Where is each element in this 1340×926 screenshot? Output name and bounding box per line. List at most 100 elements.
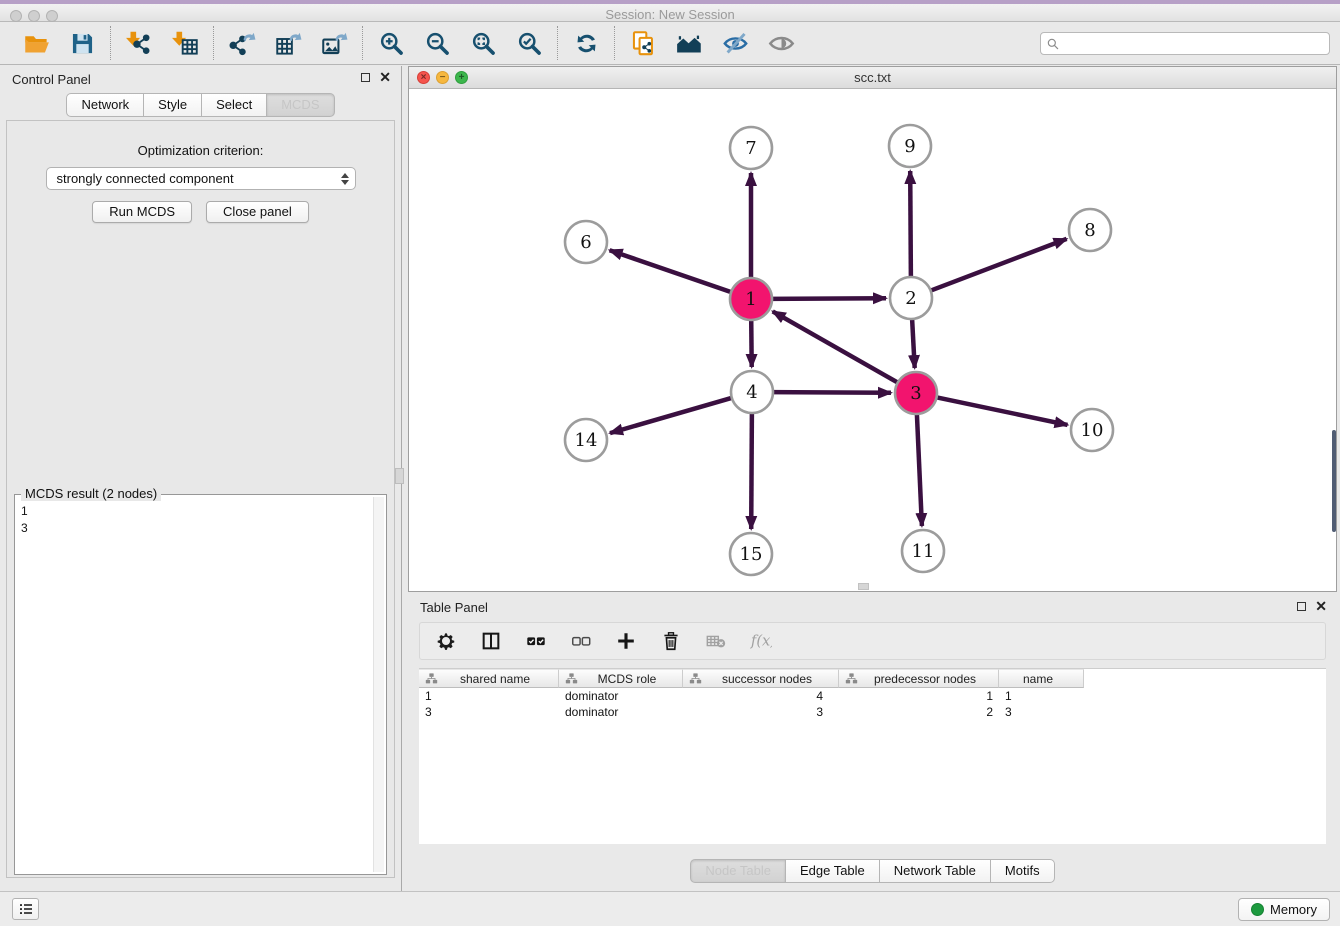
tab-network[interactable]: Network — [66, 93, 144, 117]
zoom-selected-button[interactable] — [514, 28, 544, 58]
graph-node-8[interactable]: 8 — [1069, 209, 1111, 251]
mcds-result-text[interactable]: 1 3 — [19, 499, 372, 870]
zoom-in-button[interactable] — [376, 28, 406, 58]
graph-node-9[interactable]: 9 — [889, 125, 931, 167]
save-session-button[interactable] — [67, 28, 97, 58]
zoom-fit-button[interactable] — [468, 28, 498, 58]
column-header-MCDS-role[interactable]: MCDS role — [559, 669, 683, 688]
graph-edge-1-6[interactable] — [610, 250, 733, 293]
graph-edge-4-14[interactable] — [610, 397, 734, 433]
search-input[interactable] — [1060, 34, 1329, 53]
gear-button[interactable] — [434, 629, 458, 653]
birdseye-view-button[interactable] — [766, 28, 796, 58]
export-network-button[interactable] — [227, 28, 257, 58]
deselect-all-icon — [570, 630, 592, 652]
hide-graphics-details-button[interactable] — [720, 28, 750, 58]
graph-edge-3-1[interactable] — [773, 311, 900, 383]
table-panel-title: Table Panel — [420, 600, 488, 615]
tab-style[interactable]: Style — [143, 93, 202, 117]
table-cell[interactable]: 3 — [683, 704, 839, 720]
close-panel-button[interactable]: Close panel — [206, 201, 309, 223]
table-cell[interactable]: 1 — [999, 688, 1084, 704]
tab-node-table[interactable]: Node Table — [690, 859, 786, 883]
add-column-button[interactable] — [614, 629, 638, 653]
tab-edge-table[interactable]: Edge Table — [785, 859, 880, 883]
table-cell[interactable]: 4 — [683, 688, 839, 704]
graph-node-6[interactable]: 6 — [565, 221, 607, 263]
graph-node-11[interactable]: 11 — [902, 530, 944, 572]
graph-edge-3-10[interactable] — [935, 397, 1068, 425]
graph-node-2[interactable]: 2 — [890, 277, 932, 319]
graph-node-label: 1 — [745, 289, 756, 310]
export-image-button[interactable] — [319, 28, 349, 58]
show-columns-button[interactable] — [479, 629, 503, 653]
column-header-shared-name[interactable]: shared name — [419, 669, 559, 688]
network-window-title: scc.txt — [409, 70, 1336, 85]
tab-motifs[interactable]: Motifs — [990, 859, 1055, 883]
graph-edge-4-15[interactable] — [751, 411, 752, 529]
graph-edge-3-11[interactable] — [917, 412, 922, 526]
import-table-icon — [172, 30, 199, 57]
import-network-button[interactable] — [124, 28, 154, 58]
tab-network-table[interactable]: Network Table — [879, 859, 991, 883]
table-cell[interactable]: 1 — [839, 688, 999, 704]
select-all-button[interactable] — [524, 629, 548, 653]
result-scrollbar[interactable] — [373, 497, 384, 872]
table-cell[interactable]: 2 — [839, 704, 999, 720]
graph-node-3[interactable]: 3 — [895, 372, 937, 414]
tab-select[interactable]: Select — [201, 93, 267, 117]
table-cell[interactable]: 3 — [999, 704, 1084, 720]
graph-edge-1-4[interactable] — [751, 318, 752, 367]
table-panel: Table Panel ✕ f(x) shared nameMCDS roles… — [408, 594, 1337, 891]
open-session-button[interactable] — [21, 28, 51, 58]
column-header-successor-nodes[interactable]: successor nodes — [683, 669, 839, 688]
optimization-criterion-select[interactable]: strongly connected component — [46, 167, 356, 190]
table-cell[interactable]: dominator — [559, 688, 683, 704]
import-table-button[interactable] — [170, 28, 200, 58]
table-close-panel-icon[interactable]: ✕ — [1315, 600, 1327, 612]
delete-column-button[interactable] — [659, 629, 683, 653]
graph-edge-2-3[interactable] — [912, 317, 915, 368]
export-table-button[interactable] — [273, 28, 303, 58]
table-cell[interactable]: dominator — [559, 704, 683, 720]
home-button[interactable] — [674, 28, 704, 58]
graph-edge-2-9[interactable] — [910, 171, 911, 279]
duplicate-network-button[interactable] — [628, 28, 658, 58]
graph-node-4[interactable]: 4 — [731, 371, 773, 413]
export-image-icon — [321, 30, 348, 57]
canvas-scrollbar-thumb[interactable] — [1332, 430, 1336, 532]
network-window-titlebar[interactable]: × − + scc.txt — [409, 67, 1336, 89]
tab-mcds[interactable]: MCDS — [266, 93, 334, 117]
graph-node-14[interactable]: 14 — [565, 419, 607, 461]
network-canvas[interactable]: 7 9 6 8 1 2 4 3 14 10 15 11 — [409, 90, 1336, 591]
task-history-button[interactable] — [12, 898, 39, 920]
graph-node-1[interactable]: 1 — [730, 278, 772, 320]
column-header-name[interactable]: name — [999, 669, 1084, 688]
graph-node-15[interactable]: 15 — [730, 533, 772, 575]
graph-node-label: 7 — [745, 138, 756, 159]
tree-icon — [565, 672, 578, 685]
zoom-out-button[interactable] — [422, 28, 452, 58]
graph-node-7[interactable]: 7 — [730, 127, 772, 169]
search-box[interactable] — [1040, 32, 1330, 55]
graph-edge-2-8[interactable] — [929, 239, 1067, 291]
vertical-splitter-handle[interactable] — [395, 468, 404, 484]
float-panel-icon[interactable] — [361, 73, 370, 82]
table-row[interactable]: 3dominator323 — [419, 704, 1326, 720]
table-cell[interactable]: 3 — [419, 704, 559, 720]
close-panel-icon[interactable]: ✕ — [379, 71, 391, 83]
table-row[interactable]: 1dominator411 — [419, 688, 1326, 704]
deselect-all-button[interactable] — [569, 629, 593, 653]
graph-node-10[interactable]: 10 — [1071, 409, 1113, 451]
memory-button[interactable]: Memory — [1238, 898, 1330, 921]
graph-node-label: 10 — [1081, 420, 1104, 441]
run-mcds-button[interactable]: Run MCDS — [92, 201, 192, 223]
table-cell[interactable]: 1 — [419, 688, 559, 704]
graph-edge-4-3[interactable] — [771, 392, 891, 393]
graph-node-label: 4 — [746, 382, 757, 403]
horizontal-splitter-handle[interactable] — [858, 583, 869, 590]
refresh-layout-button[interactable] — [571, 28, 601, 58]
table-float-panel-icon[interactable] — [1297, 602, 1306, 611]
graph-edge-1-2[interactable] — [770, 298, 886, 299]
column-header-predecessor-nodes[interactable]: predecessor nodes — [839, 669, 999, 688]
